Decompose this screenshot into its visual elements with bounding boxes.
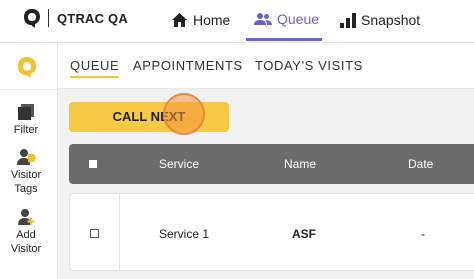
nav-snapshot[interactable]: Snapshot [340, 0, 420, 40]
select-all-checkbox[interactable] [89, 160, 97, 168]
brand-name: QTRAC QA [57, 10, 128, 26]
call-next-button[interactable]: CALL NEXT [69, 102, 229, 132]
add-visitor-icon [18, 209, 35, 225]
nav-queue[interactable]: Queue [246, 0, 322, 41]
nav-home[interactable]: Home [171, 0, 230, 40]
brand[interactable]: QTRAC QA [22, 6, 128, 30]
sidebar-item-label: Filter [13, 124, 39, 136]
nav-snapshot-label: Snapshot [361, 12, 421, 28]
people-icon [254, 13, 272, 25]
row-checkbox[interactable] [90, 229, 99, 238]
top-bar: QTRAC QA Home Queue Snapshot [0, 0, 474, 43]
sidebar-divider [0, 89, 58, 90]
column-header-name[interactable]: Name [284, 144, 316, 184]
home-icon [172, 13, 187, 27]
nav-queue-label: Queue [277, 11, 320, 27]
cell-service: Service 1 [159, 227, 210, 241]
left-sidebar: Filter Visitor Tags Add Visitor [0, 43, 58, 279]
filter-icon [18, 104, 34, 120]
cell-name: ASF [292, 227, 316, 241]
table-header: Service Name Date [69, 144, 474, 184]
tab-queue[interactable]: QUEUE [70, 43, 120, 89]
visitor-tags-icon [17, 149, 36, 165]
queue-tabs: QUEUE APPOINTMENTS TODAY'S VISITS [58, 43, 474, 89]
sidebar-item-label: Add Visitor [10, 229, 42, 255]
bar-chart-icon [340, 12, 356, 28]
row-divider [119, 194, 120, 270]
table-row[interactable]: Service 1 ASF - [69, 193, 474, 271]
cell-date: - [421, 227, 425, 241]
brand-separator [48, 9, 49, 27]
column-header-service[interactable]: Service [159, 144, 199, 184]
tab-appointments[interactable]: APPOINTMENTS [133, 43, 243, 89]
qtrac-logo-icon [24, 9, 40, 28]
sidebar-item-add-visitor[interactable]: Add Visitor [0, 208, 52, 256]
nav-home-label: Home [193, 12, 231, 28]
sidebar-item-label: Visitor Tags [10, 169, 42, 195]
sidebar-item-visitor-tags[interactable]: Visitor Tags [0, 148, 52, 196]
sidebar-item-filter[interactable]: Filter [0, 103, 52, 137]
tab-todays-visits[interactable]: TODAY'S VISITS [255, 43, 363, 89]
column-header-date[interactable]: Date [408, 144, 433, 184]
qtrac-q-logo-icon[interactable] [15, 55, 39, 79]
